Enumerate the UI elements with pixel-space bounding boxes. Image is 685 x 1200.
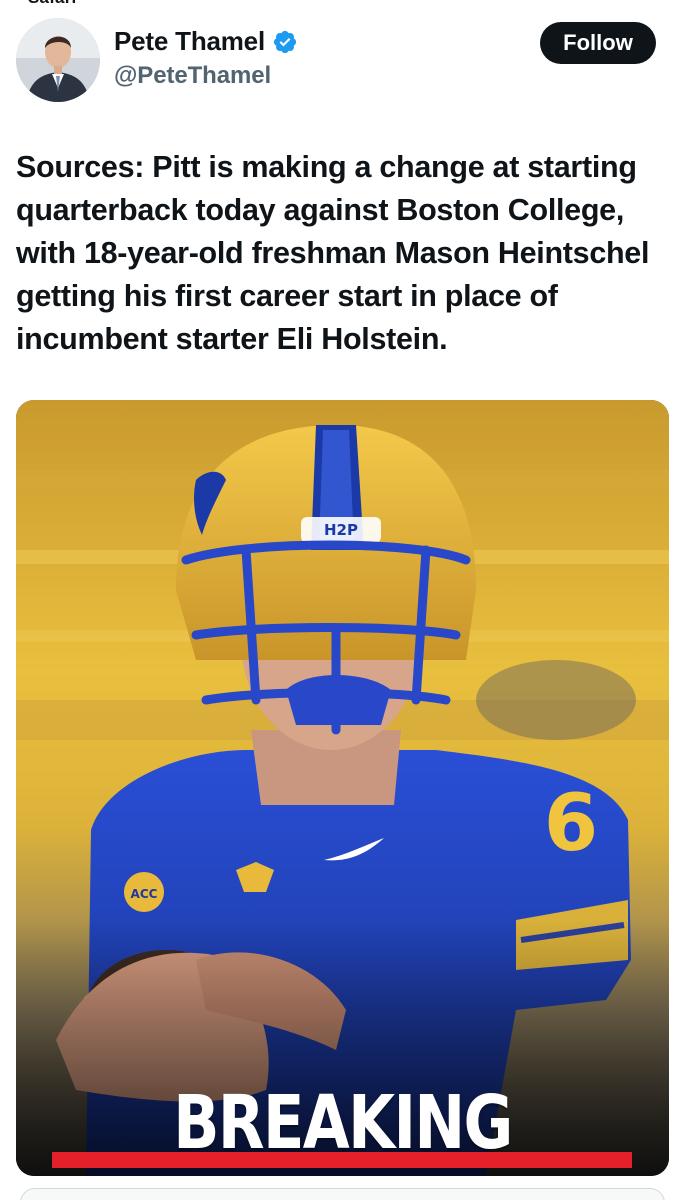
next-item-card-edge [20,1188,665,1200]
jersey-number: 6 [544,779,598,869]
status-bar-cutoff: Safari [0,0,685,8]
tweet-header: Pete Thamel @PeteThamel Follow [16,16,656,104]
tweet-text: Sources: Pitt is making a change at star… [16,150,650,356]
tweet-media-image[interactable]: 6 ACC H2P BREAKING [16,400,669,1176]
author-display-name[interactable]: Pete Thamel [114,26,265,57]
avatar[interactable] [16,18,100,102]
verified-badge-icon [272,29,298,55]
quarterback-photo: 6 ACC H2P [16,400,669,1176]
author-handle[interactable]: @PeteThamel [114,62,271,90]
breaking-news-underline [52,1152,632,1168]
follow-button[interactable]: Follow [540,22,656,64]
author-name-row: Pete Thamel [114,26,298,57]
acc-patch-text: ACC [131,887,158,901]
avatar-image [16,18,100,102]
helmet-sticker: H2P [324,521,358,539]
back-to-app-label[interactable]: Safari [28,0,76,8]
